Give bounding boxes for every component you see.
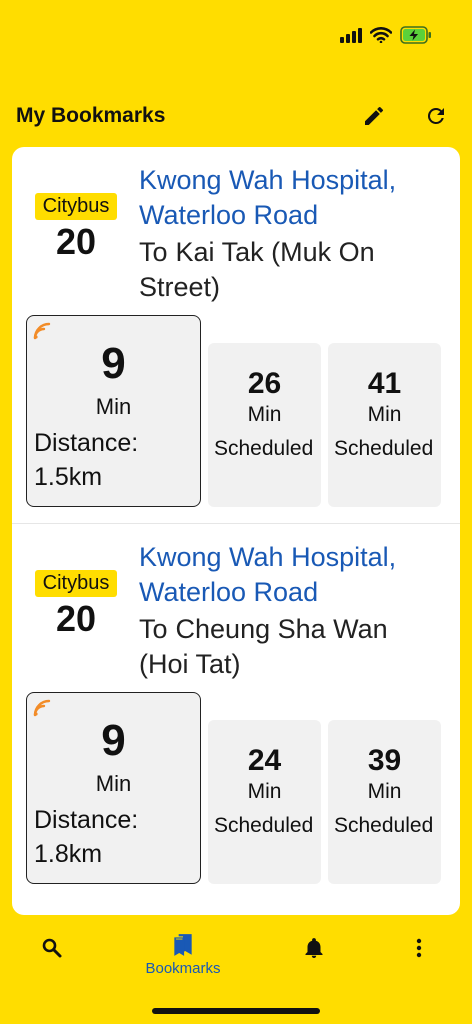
eta-secondary: 24 Min Scheduled xyxy=(208,720,321,884)
home-indicator xyxy=(152,1008,320,1014)
search-icon xyxy=(42,938,62,958)
app-header: My Bookmarks xyxy=(16,96,456,136)
status-bar xyxy=(0,0,472,70)
destination: To Cheung Sha Wan (Hoi Tat) xyxy=(139,612,439,682)
eta-minutes: 26 xyxy=(247,367,282,400)
eta-unit: Min xyxy=(95,771,132,796)
wifi-icon xyxy=(370,27,392,43)
eta-unit: Min xyxy=(247,403,282,426)
eta-minutes: 39 xyxy=(367,744,402,777)
pencil-icon xyxy=(365,106,384,125)
refresh-button[interactable] xyxy=(416,96,456,136)
route-info: Citybus 20 xyxy=(26,570,126,639)
eta-minutes: 9 xyxy=(101,339,126,388)
eta-status: Scheduled xyxy=(214,437,314,460)
nav-bookmarks-label: Bookmarks xyxy=(145,960,221,977)
eta-primary: 9 Min Distance: 1.5km xyxy=(26,315,201,507)
stop-name[interactable]: Kwong Wah Hospital, Waterloo Road xyxy=(139,540,449,610)
status-icons xyxy=(340,26,432,44)
eta-status: Scheduled xyxy=(214,814,314,837)
eta-secondary: 41 Min Scheduled xyxy=(328,343,441,507)
route-info: Citybus 20 xyxy=(26,193,126,262)
eta-secondary: 26 Min Scheduled xyxy=(208,343,321,507)
destination-name: Kai Tak (Muk On Street) xyxy=(139,237,375,302)
bookmark-card[interactable]: Citybus 20 Kwong Wah Hospital, Waterloo … xyxy=(12,523,460,899)
eta-minutes: 41 xyxy=(367,367,402,400)
eta-minutes: 9 xyxy=(101,716,126,765)
battery-charging-icon xyxy=(400,26,432,44)
destination-name: Cheung Sha Wan (Hoi Tat) xyxy=(139,614,388,679)
bookmarks-icon xyxy=(174,934,192,956)
eta-unit: Min xyxy=(367,403,402,426)
eta-unit: Min xyxy=(247,780,282,803)
more-vertical-icon xyxy=(416,938,422,958)
destination-prefix: To xyxy=(139,614,168,644)
bell-icon xyxy=(305,938,323,958)
eta-primary: 9 Min Distance: 1.8km xyxy=(26,692,201,884)
eta-status: Scheduled xyxy=(334,814,434,837)
bookmark-card[interactable]: Citybus 20 Kwong Wah Hospital, Waterloo … xyxy=(12,147,460,523)
nav-bookmarks[interactable]: Bookmarks xyxy=(143,932,223,992)
nav-more[interactable] xyxy=(379,936,459,996)
eta-minutes: 24 xyxy=(247,744,282,777)
company-badge: Citybus xyxy=(34,570,118,597)
destination: To Kai Tak (Muk On Street) xyxy=(139,235,439,305)
nav-search[interactable] xyxy=(12,936,92,996)
route-number: 20 xyxy=(55,598,97,639)
eta-distance: Distance: 1.8km xyxy=(34,806,139,868)
bookmark-list: Citybus 20 Kwong Wah Hospital, Waterloo … xyxy=(12,147,460,915)
page-title: My Bookmarks xyxy=(16,104,166,127)
stop-name[interactable]: Kwong Wah Hospital, Waterloo Road xyxy=(139,163,449,233)
eta-unit: Min xyxy=(367,780,402,803)
route-number: 20 xyxy=(55,221,97,262)
edit-button[interactable] xyxy=(354,96,394,136)
destination-prefix: To xyxy=(139,237,168,267)
refresh-icon xyxy=(427,107,444,124)
eta-distance: Distance: 1.5km xyxy=(34,429,139,491)
nav-alerts[interactable] xyxy=(274,936,354,996)
company-badge: Citybus xyxy=(34,193,118,220)
cellular-signal-icon xyxy=(340,27,362,43)
eta-secondary: 39 Min Scheduled xyxy=(328,720,441,884)
bottom-navigation: Bookmarks xyxy=(0,916,472,1024)
eta-unit: Min xyxy=(95,394,132,419)
eta-status: Scheduled xyxy=(334,437,434,460)
